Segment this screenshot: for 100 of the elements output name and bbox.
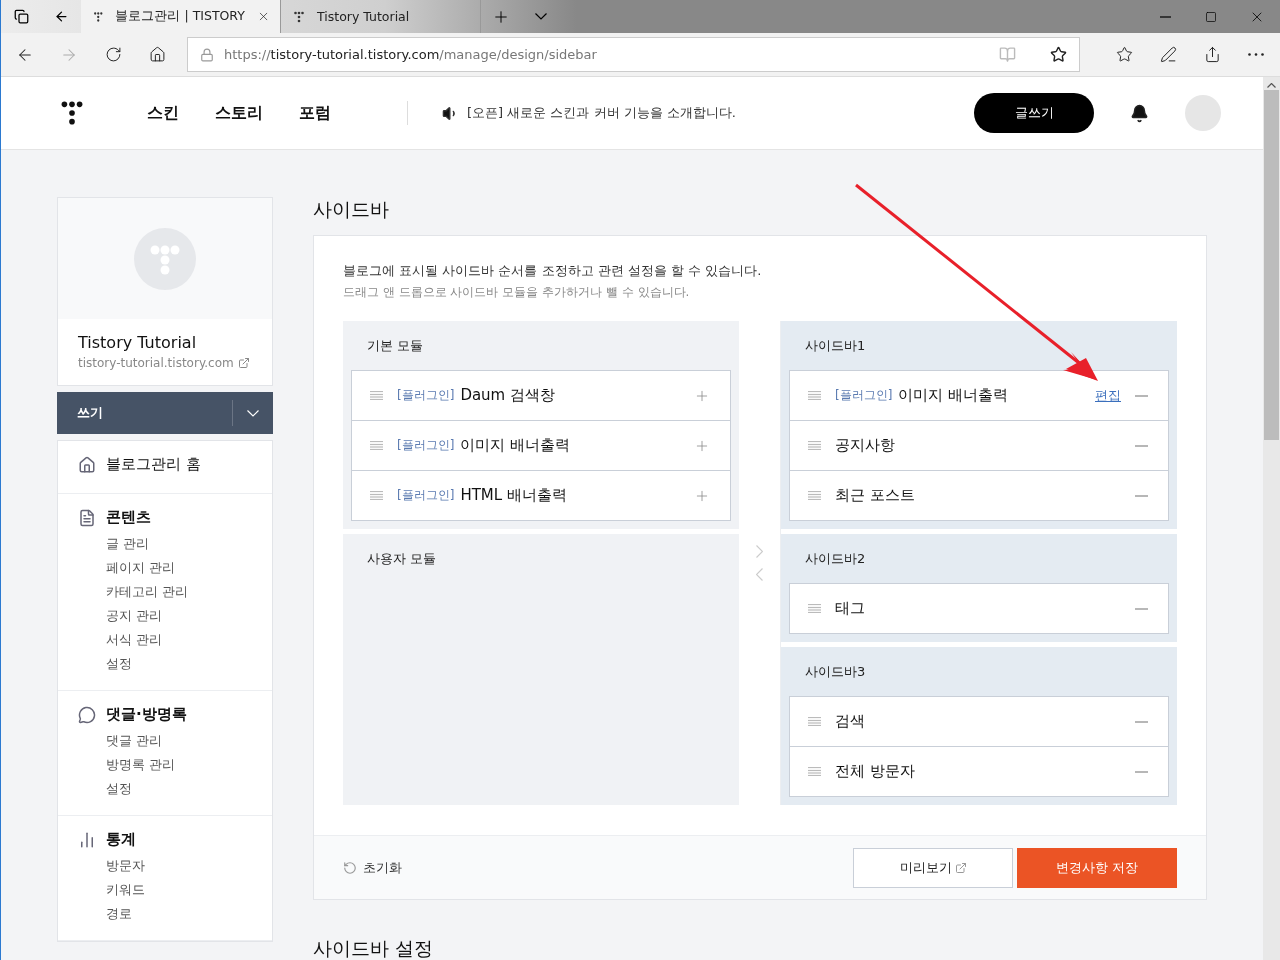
set-aside-tabs-icon — [53, 9, 69, 24]
hint-text: 드래그 앤 드롭으로 사이드바 모듈을 추가하거나 뺄 수 있습니다. — [343, 284, 691, 301]
menu-item[interactable]: 설정 — [78, 779, 252, 799]
write-button[interactable]: 글쓰기 — [974, 93, 1094, 133]
nav-link[interactable]: 스토리 — [215, 102, 263, 124]
module-name: HTML 배너출력 — [460, 486, 567, 505]
module-name: Daum 검색창 — [460, 386, 555, 405]
panel-title: 기본 모듈 — [367, 337, 424, 355]
minus-icon — [1135, 394, 1148, 397]
tistory-logo-icon — [93, 10, 104, 23]
bar-chart-icon — [78, 830, 96, 849]
module-item[interactable]: 태그 — [789, 583, 1169, 634]
reset-button[interactable]: 초기화 — [343, 858, 402, 877]
module-name: 최근 포스트 — [835, 486, 915, 505]
chevron-right-icon — [756, 545, 763, 558]
more-icon — [1248, 53, 1264, 56]
save-button[interactable]: 변경사항 저장 — [1017, 847, 1177, 888]
menu-item[interactable]: 공지 관리 — [78, 606, 252, 626]
maximize-icon — [1205, 10, 1217, 23]
menu-item[interactable]: 설정 — [78, 654, 252, 674]
home-icon — [78, 455, 96, 474]
menu-item[interactable]: 방문자 — [78, 856, 252, 876]
document-icon — [78, 508, 96, 527]
notice-link[interactable]: [오픈] 새로운 스킨과 커버 기능을 소개합니다. — [407, 101, 736, 125]
menu-heading[interactable]: 통계 — [78, 830, 252, 849]
favorites-icon — [1115, 46, 1133, 63]
plugin-tag: [플러그인] — [397, 437, 455, 454]
module-item[interactable]: [플러그인] 이미지 배너출력 — [351, 420, 731, 471]
module-name: 태그 — [835, 599, 865, 618]
menu-item[interactable]: 서식 관리 — [78, 630, 252, 650]
external-link-icon — [237, 357, 250, 369]
chevron-down-icon — [535, 13, 547, 20]
refresh-icon — [104, 46, 122, 63]
module-item[interactable]: [플러그인] Daum 검색창 — [351, 370, 731, 421]
description: 블로그에 표시될 사이드바 순서를 조정하고 관련 설정을 할 수 있습니다. — [343, 262, 763, 280]
address-bar[interactable]: https://tistory-tutorial.tistory.com/manage/design/sidebar — [187, 37, 1080, 72]
panel-title: 사용자 모듈 — [367, 550, 437, 568]
home-icon — [148, 46, 166, 63]
minus-icon — [1135, 720, 1148, 723]
menu-item[interactable]: 댓글 관리 — [78, 731, 252, 751]
tistory-logo-icon — [293, 10, 305, 23]
menu-item[interactable]: 방명록 관리 — [78, 755, 252, 775]
drag-handle-icon — [808, 604, 821, 613]
avatar[interactable] — [1185, 95, 1221, 131]
module-name: 공지사항 — [835, 436, 895, 455]
drag-handle-icon — [370, 441, 383, 450]
section-title: 사이드바 설정 — [313, 936, 435, 960]
minus-icon — [1135, 770, 1148, 773]
minimize-icon — [1159, 15, 1171, 18]
reset-icon — [343, 860, 357, 875]
minus-icon — [1135, 494, 1148, 497]
preview-button[interactable]: 미리보기 — [853, 847, 1013, 888]
page-title: 사이드바 — [313, 197, 390, 221]
drag-handle-icon — [808, 717, 821, 726]
browser-tab[interactable]: 블로그관리 | TISTORY — [81, 0, 281, 33]
menu-heading[interactable]: 블로그관리 홈 — [78, 455, 252, 474]
menu-heading[interactable]: 콘텐츠 — [78, 508, 252, 527]
menu-item[interactable]: 카테고리 관리 — [78, 582, 252, 602]
module-item[interactable]: [플러그인] HTML 배너출력 — [351, 470, 731, 521]
blog-logo-icon — [134, 227, 196, 290]
edit-link[interactable]: 편집 — [1095, 386, 1121, 405]
blog-address-link[interactable]: tistory-tutorial.tistory.com — [78, 356, 252, 370]
nav-link[interactable]: 스킨 — [147, 102, 179, 124]
panel-title: 사이드바3 — [805, 663, 866, 681]
module-item[interactable]: 최근 포스트 — [789, 470, 1169, 521]
menu-item[interactable]: 페이지 관리 — [78, 558, 252, 578]
menu-item[interactable]: 경로 — [78, 904, 252, 924]
plugin-tag: [플러그인] — [397, 387, 455, 404]
drag-handle-icon — [370, 491, 383, 500]
lock-icon — [200, 47, 214, 62]
module-name: 전체 방문자 — [835, 762, 915, 781]
module-name: 검색 — [835, 712, 865, 731]
tab-set-icon — [13, 9, 29, 24]
drag-handle-icon — [808, 441, 821, 450]
module-name: 이미지 배너출력 — [460, 436, 571, 455]
menu-item[interactable]: 글 관리 — [78, 534, 252, 554]
drag-handle-icon — [808, 391, 821, 400]
module-name: 이미지 배너출력 — [898, 386, 1009, 405]
pen-icon — [1159, 46, 1177, 63]
module-item[interactable]: 검색 — [789, 696, 1169, 747]
tistory-logo-icon — [59, 100, 85, 126]
drag-handle-icon — [808, 491, 821, 500]
chevron-down-icon — [247, 409, 259, 417]
nav-link[interactable]: 포럼 — [299, 102, 331, 124]
drag-handle-icon — [370, 391, 383, 400]
star-icon — [1050, 46, 1067, 63]
plugin-tag: [플러그인] — [835, 387, 893, 404]
book-icon — [999, 46, 1016, 63]
module-item[interactable]: 공지사항 — [789, 420, 1169, 471]
minus-icon — [1135, 607, 1148, 610]
scroll-up-icon — [1267, 83, 1276, 88]
module-item[interactable]: 전체 방문자 — [789, 746, 1169, 797]
scrollbar[interactable] — [1263, 77, 1280, 960]
share-icon — [1203, 46, 1221, 63]
menu-item[interactable]: 키워드 — [78, 880, 252, 900]
bell-icon — [1130, 103, 1149, 123]
menu-heading[interactable]: 댓글·방명록 — [78, 705, 252, 724]
module-item[interactable]: [플러그인] 이미지 배너출력 편집 — [789, 370, 1169, 421]
blog-name: Tistory Tutorial — [78, 333, 198, 352]
speech-bubble-icon — [78, 705, 96, 724]
